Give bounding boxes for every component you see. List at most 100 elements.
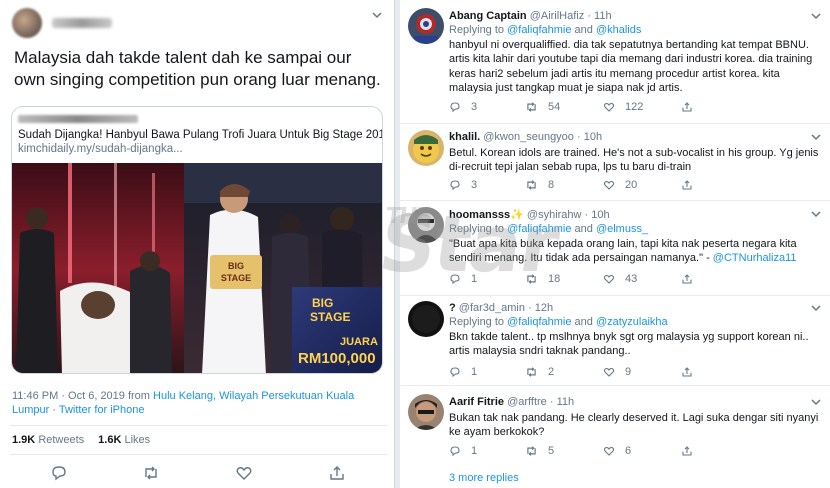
card-photo[interactable]: BIG STAGE BIG STAGE JUARA RM100,000 (12, 163, 383, 374)
retweet-icon[interactable] (525, 445, 538, 457)
like-icon[interactable] (603, 445, 615, 457)
reply-actions: 1 5 6 (449, 445, 749, 459)
reply-author-name[interactable]: Aarif Fitrie (449, 396, 504, 408)
reply-actions: 3 54 122 (449, 101, 749, 115)
reply-author-name[interactable]: Abang Captain (449, 10, 527, 22)
tweet-author[interactable] (12, 8, 112, 38)
banner-logo-line2: STAGE (310, 310, 350, 324)
reply-text: hanbyul ni overqualiffied. dia tak sepat… (449, 39, 813, 94)
tweet-timestamp[interactable]: 11:46 PM · Oct 6, 2019 from (12, 390, 153, 402)
reply-time[interactable]: · 12h (528, 302, 553, 314)
trophy-logo-line1: BIG (228, 261, 244, 271)
reply-count: 1 (471, 273, 478, 285)
mention-link[interactable]: @elmuss_ (596, 223, 648, 235)
share-icon[interactable] (681, 179, 693, 191)
replying-prefix: Replying to (449, 223, 508, 235)
reply-author-name[interactable]: khalil. (449, 131, 480, 143)
reply-icon[interactable] (449, 179, 461, 191)
retweets-stat[interactable]: 1.9K Retweets (12, 434, 84, 446)
reply-item[interactable]: hoomansss✨ @syhirahw · 10h Replying to @… (400, 201, 830, 296)
tweet-stats: 1.9K Retweets 1.6K Likes (12, 434, 150, 446)
share-icon[interactable] (681, 366, 693, 378)
avatar[interactable] (408, 207, 444, 243)
chevron-down-icon[interactable] (811, 399, 821, 406)
reply-actions: 3 8 20 (449, 179, 749, 193)
reply-text: Bukan tak nak pandang. He clearly deserv… (449, 412, 819, 439)
reply-icon[interactable] (449, 273, 461, 285)
like-icon[interactable] (603, 273, 615, 285)
reply-author-name[interactable]: hoomansss (449, 209, 510, 221)
replying-to: Replying to @faliqfahmie and @khalids (449, 24, 821, 36)
reply-text: Bkn takde talent.. tp mslhnya bnyk sgt o… (449, 331, 809, 358)
replying-prefix: Replying to (449, 24, 508, 36)
mention-link[interactable]: @zatyzulaikha (596, 316, 668, 328)
mention-link[interactable]: @khalids (596, 24, 641, 36)
share-icon[interactable] (681, 101, 693, 113)
divider (10, 425, 387, 426)
like-icon[interactable] (603, 179, 615, 191)
chevron-down-icon[interactable] (372, 12, 382, 19)
reply-icon[interactable] (449, 445, 461, 457)
reply-time[interactable]: · 10h (585, 209, 610, 221)
avatar[interactable] (408, 130, 444, 166)
link-card[interactable]: Sudah Dijangka! Hanbyul Bawa Pulang Trof… (11, 106, 383, 374)
replying-and: and (571, 24, 596, 36)
reply-author-handle[interactable]: @syhirahw (527, 209, 582, 221)
likes-stat[interactable]: 1.6K Likes (98, 434, 150, 446)
card-title[interactable]: Sudah Dijangka! Hanbyul Bawa Pulang Trof… (18, 129, 382, 141)
retweet-icon[interactable] (525, 101, 538, 113)
reply-icon[interactable] (449, 101, 461, 113)
reply-icon[interactable] (50, 465, 68, 481)
chevron-down-icon[interactable] (811, 134, 821, 141)
more-replies-link[interactable]: 3 more replies (449, 472, 519, 484)
tweet-meta: 11:46 PM · Oct 6, 2019 from Hulu Kelang,… (12, 389, 387, 417)
reply-count: 3 (471, 101, 478, 113)
share-icon[interactable] (681, 273, 693, 285)
retweet-icon[interactable] (525, 273, 538, 285)
reply-icon[interactable] (449, 366, 461, 378)
like-icon[interactable] (603, 101, 615, 113)
chevron-down-icon[interactable] (811, 211, 821, 218)
mention-link[interactable]: @faliqfahmie (507, 24, 571, 36)
replying-to: Replying to @faliqfahmie and @zatyzulaik… (449, 316, 821, 328)
sparkles-emoji: ✨ (510, 209, 524, 221)
tweet-client-link[interactable]: Twitter for iPhone (59, 404, 145, 416)
share-icon[interactable] (328, 465, 346, 481)
reply-time[interactable]: · 10h (577, 131, 602, 143)
tweet-actions (0, 465, 395, 481)
like-count: 9 (625, 366, 632, 378)
author-name-blurred[interactable] (52, 18, 112, 28)
chevron-down-icon[interactable] (811, 305, 821, 312)
reply-item[interactable]: ? @far3d_amin · 12h Replying to @faliqfa… (400, 296, 830, 386)
avatar[interactable] (408, 394, 444, 430)
reply-author-handle[interactable]: @kwon_seungyoo (483, 131, 574, 143)
reply-item[interactable]: Abang Captain @AirilHafiz · 11h Replying… (400, 0, 830, 124)
mention-link[interactable]: @CTNurhaliza11 (713, 252, 797, 264)
main-tweet: Malaysia dah takde talent dah ke sampai … (0, 0, 395, 488)
avatar[interactable] (408, 301, 444, 337)
like-count: 20 (625, 179, 638, 191)
reply-author-handle[interactable]: @AirilHafiz (530, 10, 585, 22)
reply-author-name[interactable]: ? (449, 302, 456, 314)
divider (10, 454, 387, 455)
chevron-down-icon[interactable] (811, 13, 821, 20)
like-icon[interactable] (235, 465, 253, 481)
reply-item[interactable]: khalil. @kwon_seungyoo · 10h Betul. Kore… (400, 124, 830, 201)
retweet-icon[interactable] (142, 465, 160, 481)
like-count: 6 (625, 445, 632, 457)
reply-time[interactable]: · 11h (587, 10, 611, 22)
mention-link[interactable]: @faliqfahmie (507, 223, 571, 235)
retweet-count: 8 (548, 179, 555, 191)
reply-count: 1 (471, 445, 478, 457)
mention-link[interactable]: @faliqfahmie (507, 316, 571, 328)
reply-time[interactable]: · 11h (550, 396, 574, 408)
reply-author-handle[interactable]: @arfftre (507, 396, 547, 408)
share-icon[interactable] (681, 445, 693, 457)
card-url[interactable]: kimchidaily.my/sudah-dijangka... (18, 143, 376, 155)
like-icon[interactable] (603, 366, 615, 378)
retweet-icon[interactable] (525, 179, 538, 191)
reply-author-handle[interactable]: @far3d_amin (459, 302, 525, 314)
avatar[interactable] (408, 8, 444, 44)
retweet-icon[interactable] (525, 366, 538, 378)
avatar-blurred[interactable] (12, 8, 42, 38)
